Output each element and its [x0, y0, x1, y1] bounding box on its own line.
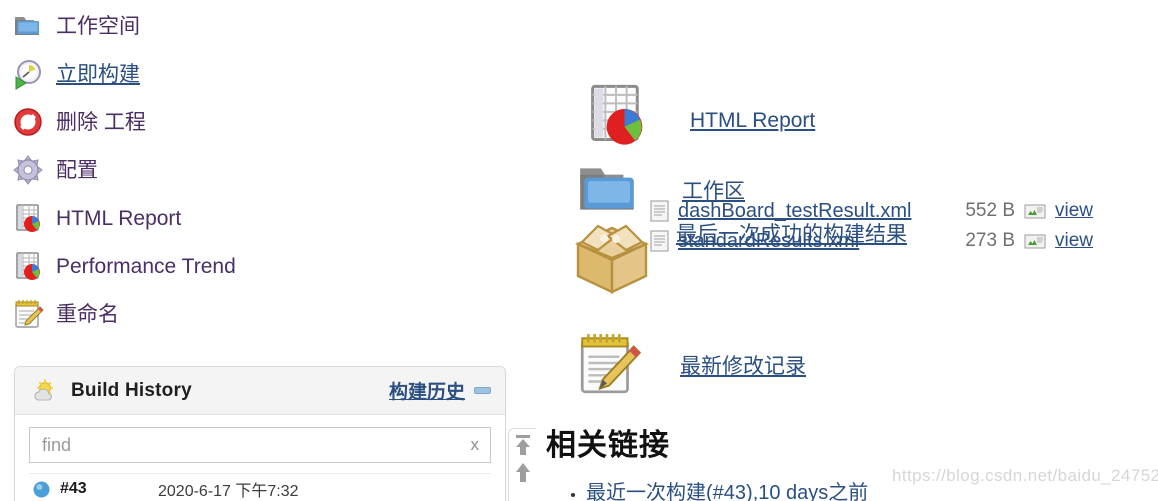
- main-link-recent-changes[interactable]: 最新修改记录: [574, 330, 806, 403]
- notepad-pencil-icon: [574, 330, 644, 403]
- find-placeholder: find: [42, 434, 72, 455]
- build-history-title: Build History: [71, 379, 192, 401]
- main-link-html-report[interactable]: HTML Report: [582, 80, 815, 153]
- report-chart-icon: [12, 202, 44, 234]
- build-history-row[interactable]: #43 2020-6-17 下午7:32: [29, 473, 491, 501]
- related-link-label: 最近一次构建(#43),10 days之前: [586, 482, 869, 501]
- build-now-clock-icon: [12, 58, 44, 90]
- build-history-header: Build History 构建历史: [15, 367, 505, 415]
- artifact-name: standardResults.xml: [678, 229, 860, 252]
- build-history-find-input[interactable]: find x: [29, 427, 491, 463]
- folder-icon: [12, 10, 44, 42]
- report-chart-icon: [12, 250, 44, 282]
- sidebar-item-label: HTML Report: [56, 206, 182, 230]
- artifact-list: dashBoard_testResult.xml 552 B view stan…: [650, 196, 1093, 256]
- build-number[interactable]: #43: [60, 480, 148, 498]
- artifact-view-link[interactable]: view: [1055, 230, 1093, 252]
- scroll-up-button[interactable]: [513, 461, 533, 483]
- sidebar-item-label: 工作空间: [56, 14, 140, 38]
- artifact-view-link[interactable]: view: [1055, 200, 1093, 222]
- artifact-row[interactable]: standardResults.xml 273 B view: [650, 226, 1093, 256]
- view-file-icon: [1024, 204, 1046, 219]
- delete-forbidden-icon: [12, 106, 44, 138]
- sidebar: 工作空间 立即构建 删除 工程 配置 HTML Report Performan…: [0, 0, 536, 501]
- package-box-icon: [570, 220, 654, 299]
- document-icon: [650, 200, 669, 222]
- watermark-text: https://blog.csdn.net/baidu_24752135: [892, 466, 1158, 485]
- blue-ball-icon: [33, 481, 50, 498]
- notepad-pencil-icon: [12, 298, 44, 330]
- artifact-size: 552 B: [965, 200, 1015, 221]
- sidebar-item-build-now[interactable]: 立即构建: [8, 50, 508, 98]
- view-file-icon: [1024, 234, 1046, 249]
- report-chart-icon: [582, 80, 650, 153]
- build-history-body: find x #43 2020-6-17 下午7:32: [15, 415, 505, 501]
- main-content: HTML Report 工作区 最后一次成功的构建结果 dashBoard_te…: [540, 0, 1158, 501]
- sidebar-item-label: 立即构建: [56, 62, 140, 86]
- build-history-panel: Build History 构建历史 find x #43 2020-6-17 …: [14, 366, 506, 501]
- sidebar-item-label: 重命名: [56, 302, 119, 326]
- build-date[interactable]: 2020-6-17 下午7:32: [158, 477, 299, 501]
- sidebar-item-rename[interactable]: 重命名: [8, 290, 508, 338]
- sidebar-item-workspace[interactable]: 工作空间: [8, 2, 508, 50]
- scroll-to-top-button[interactable]: [513, 434, 533, 456]
- sidebar-item-performance-trend[interactable]: Performance Trend: [8, 242, 508, 290]
- folder-icon: [574, 158, 644, 225]
- task-list: 工作空间 立即构建 删除 工程 配置 HTML Report Performan…: [8, 2, 508, 338]
- artifact-name: dashBoard_testResult.xml: [678, 199, 912, 222]
- main-link-label: HTML Report: [690, 109, 816, 132]
- gear-icon: [12, 154, 44, 186]
- artifact-size: 273 B: [965, 230, 1015, 251]
- sidebar-item-configure[interactable]: 配置: [8, 146, 508, 194]
- artifact-row[interactable]: dashBoard_testResult.xml 552 B view: [650, 196, 1093, 226]
- sun-cloud-icon: [31, 378, 57, 403]
- sidebar-item-label: Performance Trend: [56, 254, 236, 278]
- sidebar-item-delete-project[interactable]: 删除 工程: [8, 98, 508, 146]
- jenkins-job-page: 工作空间 立即构建 删除 工程 配置 HTML Report Performan…: [0, 0, 1158, 501]
- scroll-controls: [508, 428, 536, 501]
- related-links-heading: 相关链接: [546, 429, 670, 462]
- list-item[interactable]: 最近一次构建(#43),10 days之前: [586, 476, 868, 501]
- sidebar-item-label: 删除 工程: [56, 110, 146, 134]
- clear-search-icon[interactable]: x: [471, 435, 480, 455]
- document-icon: [650, 230, 669, 252]
- main-link-label: 最新修改记录: [680, 355, 806, 378]
- build-history-title-zh[interactable]: 构建历史: [389, 377, 465, 404]
- sidebar-item-html-report[interactable]: HTML Report: [8, 194, 508, 242]
- related-links-list: 最近一次构建(#43),10 days之前: [560, 476, 868, 501]
- collapse-dash-icon[interactable]: [474, 387, 491, 394]
- sidebar-item-label: 配置: [56, 158, 98, 182]
- build-history-header-actions: 构建历史: [389, 377, 491, 404]
